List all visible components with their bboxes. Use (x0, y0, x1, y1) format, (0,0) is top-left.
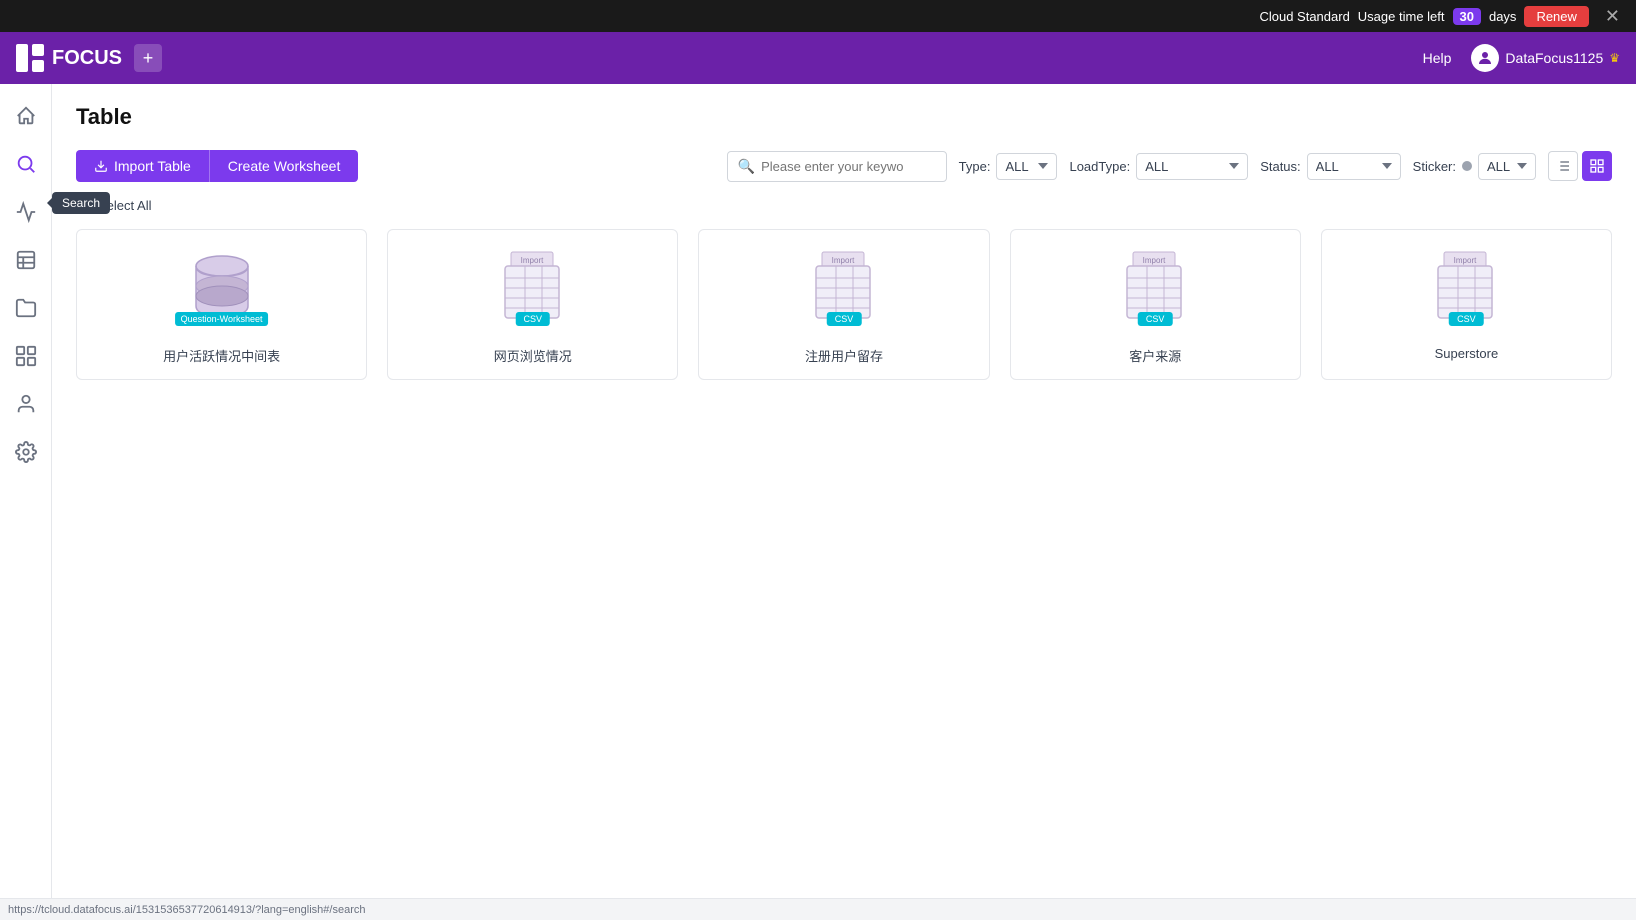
select-all-checkbox[interactable] (76, 199, 90, 213)
svg-text:Import: Import (1143, 256, 1166, 265)
avatar (1471, 44, 1499, 72)
sticker-dot (1462, 161, 1472, 171)
table-card[interactable]: Question-Worksheet 用户活跃情况中间表 (76, 229, 367, 380)
header-left: FOCUS + (16, 44, 162, 72)
loadtype-label: LoadType: (1069, 159, 1130, 174)
cloud-text: Cloud Standard (1259, 9, 1349, 24)
user-name: DataFocus1125 (1505, 50, 1603, 66)
csv-icon-wrapper: Import CSV (808, 250, 880, 330)
logo-text: FOCUS (52, 47, 122, 70)
csv-icon-wrapper: Import CSV (1119, 250, 1191, 330)
search-input[interactable] (761, 159, 936, 174)
csv-icon-wrapper: Import CSV (1430, 250, 1502, 330)
sidebar-item-settings[interactable] (6, 432, 46, 472)
import-table-button[interactable]: Import Table (76, 150, 209, 182)
sidebar: Search (0, 84, 52, 920)
type-filter: Type: ALL CSV DB (959, 153, 1058, 180)
loadtype-select[interactable]: ALL FULL INCREMENT (1136, 153, 1248, 180)
status-filter: Status: ALL ACTIVE INACTIVE (1260, 153, 1400, 180)
csv-tag: CSV (1138, 312, 1173, 326)
app-logo: FOCUS (16, 44, 122, 72)
sidebar-item-chart[interactable] (6, 192, 46, 232)
page-title: Table (76, 104, 1612, 130)
card-label: Superstore (1435, 346, 1499, 361)
select-all-label: Select All (98, 198, 151, 213)
status-label: Status: (1260, 159, 1300, 174)
search-box[interactable]: 🔍 (727, 151, 947, 182)
loadtype-filter: LoadType: ALL FULL INCREMENT (1069, 153, 1248, 180)
sidebar-item-folder[interactable] (6, 288, 46, 328)
action-buttons: Import Table Create Worksheet (76, 150, 358, 182)
crown-icon: ♛ (1609, 51, 1620, 65)
card-label: 网页浏览情况 (494, 346, 572, 365)
usage-text: Usage time left (1358, 9, 1445, 24)
svg-text:Import: Import (1454, 256, 1477, 265)
add-tab-button[interactable]: + (134, 44, 162, 72)
app-header: FOCUS + Help DataFocus1125 ♛ (0, 32, 1636, 84)
logo-icon (16, 44, 44, 72)
csv-tag: CSV (827, 312, 862, 326)
table-grid: Question-Worksheet 用户活跃情况中间表 Import (76, 229, 1612, 380)
import-icon (94, 159, 108, 173)
list-view-button[interactable] (1548, 151, 1578, 181)
csv-tag: CSV (1449, 312, 1484, 326)
status-bar: https://tcloud.datafocus.ai/153153653772… (0, 898, 1636, 920)
table-card[interactable]: Import CSV 客户来源 (1010, 229, 1301, 380)
help-link[interactable]: Help (1423, 50, 1452, 66)
create-worksheet-button[interactable]: Create Worksheet (209, 150, 359, 182)
worksheet-tag: Question-Worksheet (175, 312, 269, 326)
user-menu[interactable]: DataFocus1125 ♛ (1471, 44, 1620, 72)
type-select[interactable]: ALL CSV DB (996, 153, 1057, 180)
select-all-row: Select All (76, 198, 1612, 213)
header-right: Help DataFocus1125 ♛ (1423, 44, 1620, 72)
type-label: Type: (959, 159, 991, 174)
card-label: 客户来源 (1129, 346, 1181, 365)
csv-tag: CSV (516, 312, 551, 326)
sidebar-item-datasource[interactable] (6, 336, 46, 376)
sidebar-item-home[interactable] (6, 96, 46, 136)
svg-text:Import: Import (832, 256, 855, 265)
table-card[interactable]: Import CSV 网页浏览情况 (387, 229, 678, 380)
grid-view-button[interactable] (1582, 151, 1612, 181)
csv-icon-wrapper: Import CSV (497, 250, 569, 330)
status-url: https://tcloud.datafocus.ai/153153653772… (8, 904, 365, 916)
days-count-badge: 30 (1453, 8, 1481, 25)
create-worksheet-label: Create Worksheet (228, 158, 341, 174)
svg-text:Import: Import (520, 256, 543, 265)
sidebar-item-table[interactable] (6, 240, 46, 280)
status-select[interactable]: ALL ACTIVE INACTIVE (1307, 153, 1401, 180)
notification-bar: Cloud Standard Usage time left 30 days R… (0, 0, 1636, 32)
sticker-filter: Sticker: ALL (1413, 153, 1536, 180)
sticker-label: Sticker: (1413, 159, 1456, 174)
renew-button[interactable]: Renew (1524, 6, 1588, 27)
content-area: Table Import Table Create Worksheet 🔍 Ty (52, 84, 1636, 920)
table-card[interactable]: Import CSV 注册用户留存 (698, 229, 989, 380)
sidebar-item-search[interactable] (6, 144, 46, 184)
days-label: days (1489, 9, 1516, 24)
sidebar-item-users[interactable] (6, 384, 46, 424)
main-layout: Search Table Import Table Create Workshe… (0, 84, 1636, 920)
sticker-select[interactable]: ALL (1478, 153, 1536, 180)
table-icon-wrapper: Question-Worksheet (186, 250, 258, 330)
filter-bar: 🔍 Type: ALL CSV DB LoadType: ALL FULL (727, 151, 1612, 182)
import-table-label: Import Table (114, 158, 191, 174)
close-icon[interactable]: ✕ (1605, 6, 1620, 27)
view-toggle (1548, 151, 1612, 181)
table-card[interactable]: Import CSV Superstore (1321, 229, 1612, 380)
search-icon: 🔍 (738, 158, 755, 175)
card-label: 用户活跃情况中间表 (163, 346, 280, 365)
card-label: 注册用户留存 (805, 346, 883, 365)
